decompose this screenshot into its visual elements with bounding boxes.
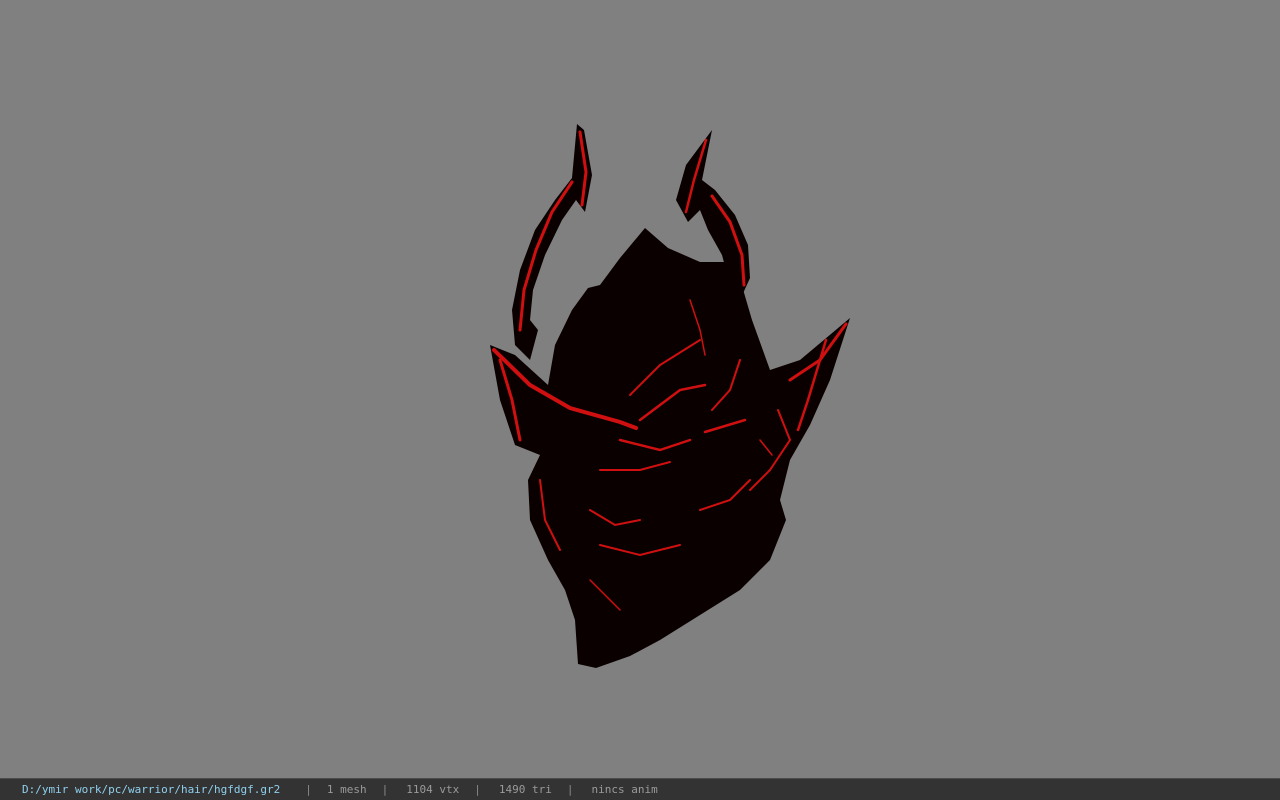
status-separator: | — [305, 783, 312, 796]
vertex-count: 1104 vtx — [406, 783, 460, 796]
status-separator: | — [381, 783, 389, 796]
3d-viewport[interactable] — [0, 0, 1280, 778]
status-bar: D:/ymir work/pc/warrior/hair/hgfdgf.gr2 … — [0, 778, 1280, 800]
status-separator: | — [566, 783, 574, 796]
file-path: D:/ymir work/pc/warrior/hair/hgfdgf.gr2 — [22, 783, 281, 796]
helmet-body — [490, 228, 850, 668]
triangle-count: 1490 tri — [498, 783, 552, 796]
helmet-model — [490, 124, 850, 668]
anim-status: nincs anim — [591, 783, 658, 796]
status-separator: | — [474, 783, 481, 796]
mesh-count: 1 mesh — [326, 783, 367, 796]
